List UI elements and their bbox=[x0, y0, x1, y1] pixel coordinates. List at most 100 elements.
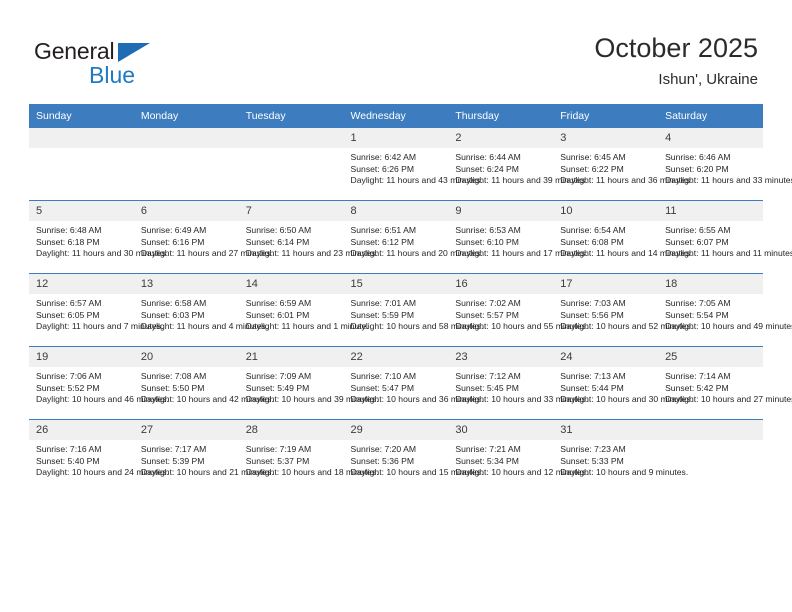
calendar-day-cell[interactable]: 20 Sunrise: 7:08 AM Sunset: 5:50 PM Dayligh… bbox=[133, 346, 274, 420]
sunset-text: Sunset: 5:57 PM bbox=[455, 309, 519, 320]
day-number: 21 bbox=[238, 347, 344, 367]
daylight-text: Daylight: 11 hours and 17 minutes. bbox=[455, 248, 588, 259]
calendar-day-cell[interactable]: 21 Sunrise: 7:09 AM Sunset: 5:49 PM Dayligh… bbox=[238, 346, 379, 420]
calendar-day-cell[interactable]: 26 Sunrise: 7:16 AM Sunset: 5:40 PM Dayligh… bbox=[29, 419, 169, 492]
sunset-text: Sunset: 6:24 PM bbox=[455, 163, 519, 174]
calendar-day-cell[interactable]: 17 Sunrise: 7:03 AM Sunset: 5:56 PM Dayligh… bbox=[553, 273, 694, 347]
calendar-day-cell[interactable]: 12 Sunrise: 6:57 AM Sunset: 6:05 PM Dayligh… bbox=[29, 273, 163, 347]
day-details: Sunrise: 6:59 AM Sunset: 6:01 PM Daylight:… bbox=[239, 294, 369, 335]
general-blue-logo: General Blue bbox=[34, 38, 214, 88]
day-number: 23 bbox=[448, 347, 554, 367]
day-details: Sunrise: 6:46 AM Sunset: 6:20 PM Daylight:… bbox=[658, 148, 792, 189]
weekday-header-thursday: Thursday bbox=[448, 104, 554, 128]
sunset-text: Sunset: 6:03 PM bbox=[140, 309, 205, 320]
calendar-day-cell[interactable]: 25 Sunrise: 7:14 AM Sunset: 5:42 PM Dayligh… bbox=[658, 346, 792, 420]
day-details: Sunrise: 6:49 AM Sunset: 6:16 PM Daylight:… bbox=[134, 221, 273, 262]
calendar-day-cell[interactable]: 2 Sunrise: 6:44 AM Sunset: 6:24 PM Daylight… bbox=[448, 128, 588, 201]
day-number: 10 bbox=[553, 201, 659, 221]
calendar-day-cell[interactable]: 31 Sunrise: 7:23 AM Sunset: 5:33 PM Dayligh… bbox=[553, 419, 689, 492]
day-number: 26 bbox=[29, 420, 134, 440]
day-number: 29 bbox=[343, 420, 449, 440]
calendar-day-cell[interactable]: 29 Sunrise: 7:20 AM Sunset: 5:36 PM Dayligh… bbox=[343, 419, 484, 492]
weekday-header-monday: Monday bbox=[133, 104, 239, 128]
calendar-day-cell[interactable]: 24 Sunrise: 7:13 AM Sunset: 5:44 PM Dayligh… bbox=[553, 346, 694, 420]
daylight-text: Daylight: 10 hours and 52 minutes. bbox=[560, 321, 694, 332]
calendar-day-cell[interactable]: 14 Sunrise: 6:59 AM Sunset: 6:01 PM Dayligh… bbox=[238, 273, 369, 347]
sunset-text: Sunset: 5:42 PM bbox=[665, 382, 729, 393]
daylight-text: Daylight: 11 hours and 4 minutes. bbox=[140, 321, 269, 332]
daylight-text: Daylight: 11 hours and 43 minutes. bbox=[350, 175, 483, 186]
sunrise-text: Sunrise: 7:09 AM bbox=[245, 371, 312, 381]
calendar-day-cell[interactable]: 1 Sunrise: 6:42 AM Sunset: 6:26 PM Daylight… bbox=[343, 128, 483, 201]
calendar-day-cell[interactable]: 11 Sunrise: 6:55 AM Sunset: 6:07 PM Dayligh… bbox=[658, 200, 792, 274]
day-details: Sunrise: 6:50 AM Sunset: 6:14 PM Daylight:… bbox=[239, 221, 378, 262]
sunset-text: Sunset: 5:52 PM bbox=[36, 382, 100, 393]
sunset-text: Sunset: 5:47 PM bbox=[350, 382, 415, 393]
daylight-text: Daylight: 10 hours and 55 minutes. bbox=[455, 321, 589, 332]
daylight-text: Daylight: 10 hours and 15 minutes. bbox=[350, 467, 484, 478]
calendar-day-cell[interactable]: 4 Sunrise: 6:46 AM Sunset: 6:20 PM Daylight… bbox=[658, 128, 792, 201]
daylight-text: Daylight: 10 hours and 9 minutes. bbox=[560, 467, 689, 478]
calendar-day-cell[interactable]: 19 Sunrise: 7:06 AM Sunset: 5:52 PM Dayligh… bbox=[29, 346, 169, 420]
calendar-table: Sunday Monday Tuesday Wednesday Thursday… bbox=[29, 104, 792, 492]
calendar-day-cell[interactable]: 7 Sunrise: 6:50 AM Sunset: 6:14 PM Daylight… bbox=[238, 200, 378, 274]
calendar-day-cell[interactable]: 3 Sunrise: 6:45 AM Sunset: 6:22 PM Daylight… bbox=[553, 128, 693, 201]
daylight-text: Daylight: 11 hours and 36 minutes. bbox=[560, 175, 693, 186]
calendar-day-cell[interactable]: 10 Sunrise: 6:54 AM Sunset: 6:08 PM Dayligh… bbox=[553, 200, 692, 274]
triangle-icon bbox=[118, 43, 150, 62]
calendar-day-cell[interactable]: 27 Sunrise: 7:17 AM Sunset: 5:39 PM Dayligh… bbox=[133, 419, 274, 492]
sunrise-text: Sunrise: 6:59 AM bbox=[245, 298, 312, 308]
daylight-text: Daylight: 10 hours and 12 minutes. bbox=[455, 467, 589, 478]
page-title: October 2025 bbox=[594, 33, 758, 63]
calendar-day-cell[interactable]: 6 Sunrise: 6:49 AM Sunset: 6:16 PM Daylight… bbox=[133, 200, 273, 274]
sunset-text: Sunset: 5:34 PM bbox=[455, 455, 519, 466]
sunset-text: Sunset: 6:10 PM bbox=[455, 236, 519, 247]
sunset-text: Sunset: 5:56 PM bbox=[560, 309, 624, 320]
calendar-day-cell[interactable]: 18 Sunrise: 7:05 AM Sunset: 5:54 PM Dayligh… bbox=[658, 273, 792, 347]
weekday-header-saturday: Saturday bbox=[658, 104, 763, 128]
calendar-day-cell[interactable]: 30 Sunrise: 7:21 AM Sunset: 5:34 PM Dayligh… bbox=[448, 419, 589, 492]
sunrise-text: Sunrise: 6:42 AM bbox=[350, 152, 416, 162]
sunrise-text: Sunrise: 7:14 AM bbox=[665, 371, 731, 381]
calendar-day-cell[interactable]: 5 Sunrise: 6:48 AM Sunset: 6:18 PM Daylight… bbox=[29, 200, 168, 274]
day-number: 27 bbox=[133, 420, 239, 440]
calendar-day-cell[interactable]: 9 Sunrise: 6:53 AM Sunset: 6:10 PM Daylight… bbox=[448, 200, 588, 274]
sunrise-text: Sunrise: 6:53 AM bbox=[455, 225, 521, 235]
day-number: 2 bbox=[448, 128, 554, 148]
calendar-day-cell[interactable]: 16 Sunrise: 7:02 AM Sunset: 5:57 PM Dayligh… bbox=[448, 273, 589, 347]
calendar-day-cell[interactable]: 23 Sunrise: 7:12 AM Sunset: 5:45 PM Dayligh… bbox=[448, 346, 589, 420]
calendar-header-row: Sunday Monday Tuesday Wednesday Thursday… bbox=[29, 104, 763, 128]
daylight-text: Daylight: 10 hours and 33 minutes. bbox=[455, 394, 589, 405]
daylight-text: Daylight: 10 hours and 58 minutes. bbox=[350, 321, 484, 332]
calendar-day-cell[interactable]: 13 Sunrise: 6:58 AM Sunset: 6:03 PM Dayligh… bbox=[133, 273, 269, 347]
daylight-text: Daylight: 11 hours and 11 minutes. bbox=[665, 248, 792, 259]
sunset-text: Sunset: 6:20 PM bbox=[665, 163, 729, 174]
sunset-text: Sunset: 5:50 PM bbox=[140, 382, 205, 393]
daylight-text: Daylight: 11 hours and 23 minutes. bbox=[245, 248, 378, 259]
sunrise-text: Sunrise: 6:49 AM bbox=[140, 225, 207, 235]
day-number bbox=[238, 128, 344, 148]
sunrise-text: Sunrise: 6:54 AM bbox=[560, 225, 626, 235]
day-details: Sunrise: 7:19 AM Sunset: 5:37 PM Daylight:… bbox=[239, 440, 379, 481]
calendar-page: General Blue October 2025 Ishun', Ukrain… bbox=[0, 0, 792, 612]
day-number: 6 bbox=[133, 201, 239, 221]
daylight-text: Daylight: 10 hours and 30 minutes. bbox=[560, 394, 694, 405]
day-number: 25 bbox=[658, 347, 763, 367]
day-details: Sunrise: 7:21 AM Sunset: 5:34 PM Daylight:… bbox=[448, 440, 589, 481]
sunset-text: Sunset: 6:22 PM bbox=[560, 163, 624, 174]
day-number: 3 bbox=[553, 128, 659, 148]
sunrise-text: Sunrise: 7:23 AM bbox=[560, 444, 626, 454]
sunset-text: Sunset: 6:07 PM bbox=[665, 236, 729, 247]
sunrise-text: Sunrise: 6:45 AM bbox=[560, 152, 626, 162]
calendar-day-cell[interactable]: 28 Sunrise: 7:19 AM Sunset: 5:37 PM Dayligh… bbox=[238, 419, 379, 492]
day-details: Sunrise: 7:20 AM Sunset: 5:36 PM Daylight:… bbox=[344, 440, 484, 481]
sunset-text: Sunset: 5:39 PM bbox=[140, 455, 205, 466]
weekday-header-friday: Friday bbox=[553, 104, 659, 128]
calendar-day-cell[interactable]: 15 Sunrise: 7:01 AM Sunset: 5:59 PM Dayligh… bbox=[343, 273, 484, 347]
calendar-day-cell[interactable]: 22 Sunrise: 7:10 AM Sunset: 5:47 PM Dayligh… bbox=[343, 346, 483, 420]
day-details: Sunrise: 6:51 AM Sunset: 6:12 PM Daylight:… bbox=[344, 221, 483, 262]
calendar-day-cell[interactable]: 8 Sunrise: 6:51 AM Sunset: 6:12 PM Daylight… bbox=[343, 200, 483, 274]
day-details: Sunrise: 6:44 AM Sunset: 6:24 PM Daylight:… bbox=[448, 148, 587, 189]
daylight-text: Daylight: 11 hours and 20 minutes. bbox=[350, 248, 483, 259]
day-number: 22 bbox=[343, 347, 449, 367]
